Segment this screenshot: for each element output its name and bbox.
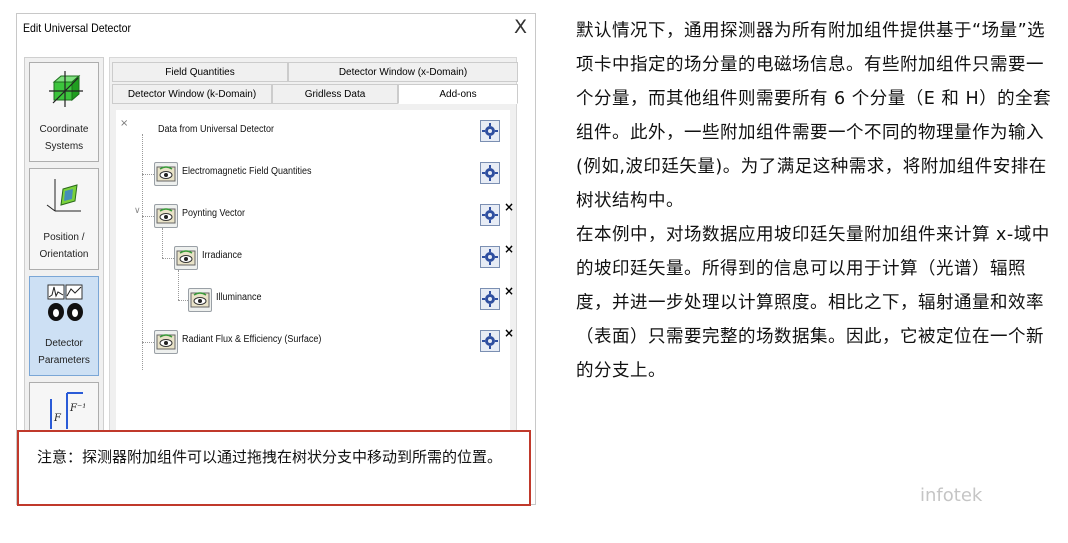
tree-connector xyxy=(178,270,179,300)
fourier-transform-icon: F F⁻¹ xyxy=(50,392,85,429)
addons-panel: Field Quantities Detector Window (x-Doma… xyxy=(109,57,518,457)
tree-connector xyxy=(142,216,154,217)
nav-label-line1: Detector xyxy=(45,338,83,349)
note-text: 注意：探测器附加组件可以通过拖拽在树状分支中移动到所需的位置。 xyxy=(37,448,503,466)
note-callout: 注意：探测器附加组件可以通过拖拽在树状分支中移动到所需的位置。 xyxy=(17,430,531,506)
nav-label-line1: Coordinate xyxy=(39,124,89,135)
nav-label-line2: Systems xyxy=(44,141,84,152)
tab-gridless-data[interactable]: Gridless Data xyxy=(272,84,398,104)
detector-parameters-icon xyxy=(47,284,83,321)
tree-connector xyxy=(162,258,174,259)
tree-connector xyxy=(178,300,188,301)
dialog-title: Edit Universal Detector xyxy=(23,21,131,35)
tab-detector-window-k-domain[interactable]: Detector Window (k-Domain) xyxy=(112,84,272,104)
article-text: 默认情况下，通用探测器为所有附加组件提供基于“场量”选项卡中指定的场分量的电磁场… xyxy=(576,14,1056,388)
nav-label-line1: Position / xyxy=(43,232,85,243)
article-paragraph: 默认情况下，通用探测器为所有附加组件提供基于“场量”选项卡中指定的场分量的电磁场… xyxy=(576,21,1052,211)
tab-detector-window-x-domain[interactable]: Detector Window (x-Domain) xyxy=(288,62,518,82)
gear-icon[interactable] xyxy=(480,162,500,184)
expand-chevron-icon[interactable]: ∨ xyxy=(134,206,141,216)
tree-connector xyxy=(142,174,154,175)
tree-item-label[interactable]: Electromagnetic Field Quantities xyxy=(182,166,312,177)
nav-item-coordinate-systems[interactable]: Coordinate Systems xyxy=(29,62,99,162)
sidebar-nav: Coordinate Systems Position / Orientatio… xyxy=(24,57,104,457)
title-bar: Edit Universal Detector X xyxy=(17,14,535,44)
watermark: infotek xyxy=(920,485,983,506)
gear-icon[interactable] xyxy=(480,330,500,352)
addon-eye-icon xyxy=(154,162,178,186)
tree-item-label[interactable]: Irradiance xyxy=(202,250,242,261)
svg-text:F⁻¹: F⁻¹ xyxy=(69,403,85,414)
remove-icon[interactable]: × xyxy=(504,284,514,298)
tree-connector xyxy=(142,342,154,343)
tree-item-label[interactable]: Radiant Flux & Efficiency (Surface) xyxy=(182,334,321,345)
gear-icon[interactable] xyxy=(480,246,500,268)
tree-item-label[interactable]: Illuminance xyxy=(216,292,262,303)
nav-label-line2: Parameters xyxy=(38,355,90,366)
tree-connector xyxy=(162,228,163,258)
remove-icon[interactable]: × xyxy=(504,242,514,256)
tab-add-ons[interactable]: Add-ons xyxy=(398,84,518,104)
expand-chevron-icon[interactable]: × xyxy=(120,118,128,129)
nav-item-detector-parameters[interactable]: Detector Parameters xyxy=(29,276,99,376)
article-paragraph: 在本例中，对场数据应用坡印廷矢量附加组件来计算 x-域中的坡印廷矢量。所得到的信… xyxy=(576,225,1050,381)
position-orientation-icon xyxy=(46,179,81,212)
coordinate-systems-icon xyxy=(49,71,83,107)
tab-field-quantities[interactable]: Field Quantities xyxy=(112,62,288,82)
gear-icon[interactable] xyxy=(480,120,500,142)
remove-icon[interactable]: × xyxy=(504,326,514,340)
gear-icon[interactable] xyxy=(480,288,500,310)
addon-eye-icon xyxy=(188,288,212,312)
tree-item-label[interactable]: Poynting Vector xyxy=(182,208,245,219)
addon-eye-icon xyxy=(154,204,178,228)
addon-tree: × Data from Universal Detector Electroma… xyxy=(116,110,514,450)
addon-eye-icon xyxy=(154,330,178,354)
svg-text:F: F xyxy=(53,413,62,424)
nav-label-line2: Orientation xyxy=(39,249,89,260)
addon-eye-icon xyxy=(174,246,198,270)
tree-connector xyxy=(142,134,143,370)
remove-icon[interactable]: × xyxy=(504,200,514,214)
gear-icon[interactable] xyxy=(480,204,500,226)
nav-item-position-orientation[interactable]: Position / Orientation xyxy=(29,168,99,270)
close-icon[interactable]: X xyxy=(514,16,527,38)
tree-root-label: Data from Universal Detector xyxy=(158,124,275,135)
